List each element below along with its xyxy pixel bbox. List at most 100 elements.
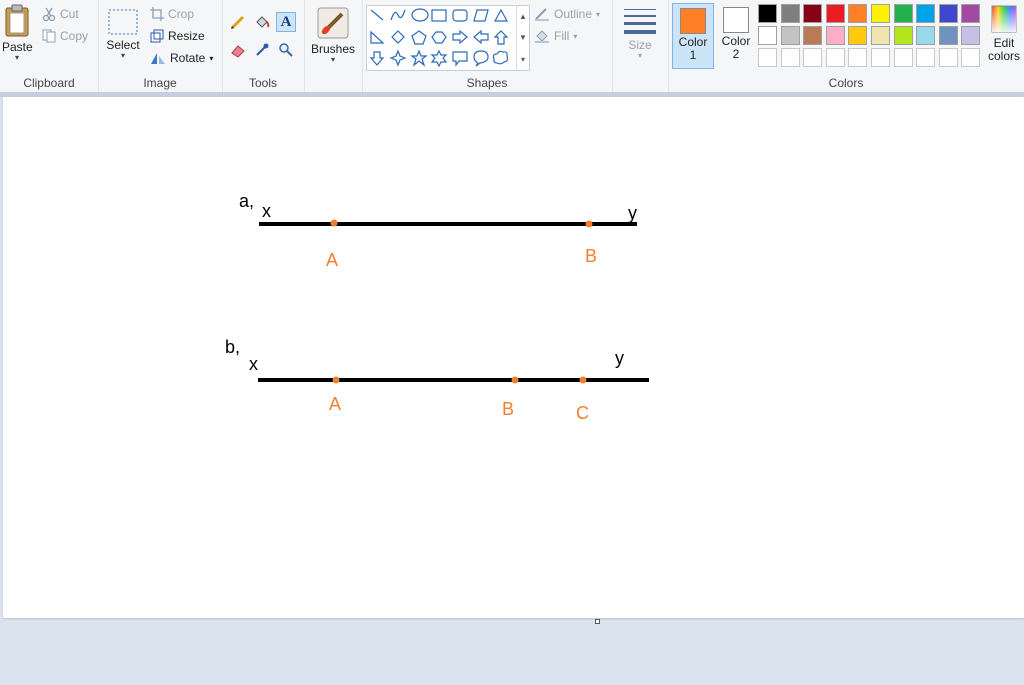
- scroll-up-icon[interactable]: ▲: [519, 12, 527, 21]
- ribbon: Paste ▾ Cut Copy Clipboard Select ▾ Crop…: [0, 0, 1024, 93]
- palette-color-swatch[interactable]: [803, 26, 822, 45]
- palette-color-swatch[interactable]: [894, 4, 913, 23]
- resize-label: Resize: [168, 29, 205, 43]
- size-button[interactable]: Size ▾: [618, 6, 662, 60]
- palette-color-swatch[interactable]: [826, 4, 845, 23]
- paste-button[interactable]: Paste ▾: [2, 4, 33, 62]
- drawing: a, x y A B b, x y A B C: [225, 191, 649, 423]
- palette-custom-slot[interactable]: [961, 48, 980, 67]
- palette-color-swatch[interactable]: [916, 26, 935, 45]
- cut-button[interactable]: Cut: [42, 7, 79, 21]
- rounded-rectangle-shape-icon: [452, 9, 468, 22]
- palette-color-swatch[interactable]: [961, 26, 980, 45]
- rotate-icon: [151, 53, 165, 64]
- color1-button[interactable]: Color 1: [672, 3, 714, 69]
- left-arrow-shape-icon: [473, 29, 489, 45]
- select-button[interactable]: Select ▾: [106, 8, 140, 60]
- outline-button[interactable]: Outline ▾: [534, 7, 600, 21]
- diamond-shape-icon: [391, 30, 405, 44]
- brush-icon: [317, 7, 349, 39]
- figure-a-point-b-label: B: [585, 246, 597, 266]
- palette-custom-slot[interactable]: [758, 48, 777, 67]
- figure-a-label: a,: [239, 191, 254, 211]
- select-rectangle-icon: [108, 9, 138, 35]
- six-point-star-shape-icon: [430, 49, 448, 68]
- color-picker-tool[interactable]: [252, 40, 272, 60]
- copy-button[interactable]: Copy: [42, 29, 88, 43]
- crop-button[interactable]: Crop: [150, 7, 194, 21]
- clipboard-group-label: Clipboard: [23, 76, 75, 90]
- fill-button[interactable]: Fill ▾: [534, 29, 577, 43]
- eraser-tool[interactable]: [228, 40, 248, 60]
- rainbow-palette-icon: [991, 5, 1017, 33]
- palette-color-swatch[interactable]: [848, 4, 867, 23]
- palette-custom-slot[interactable]: [848, 48, 867, 67]
- chevron-down-icon: ▾: [14, 53, 19, 62]
- shapes-group-label: Shapes: [466, 76, 508, 90]
- rectangular-callout-shape-icon: [452, 51, 468, 67]
- palette-color-swatch[interactable]: [916, 4, 935, 23]
- palette-custom-slot[interactable]: [916, 48, 935, 67]
- palette-custom-slot[interactable]: [939, 48, 958, 67]
- fill-tool[interactable]: [252, 12, 272, 32]
- palette-color-swatch[interactable]: [826, 26, 845, 45]
- figure-a-x-label: x: [262, 201, 271, 221]
- copy-icon: [42, 29, 56, 43]
- brushes-button[interactable]: Brushes ▾: [308, 4, 358, 64]
- colors-group-label: Colors: [828, 76, 864, 90]
- palette-custom-slot[interactable]: [871, 48, 890, 67]
- size-group: Size ▾: [612, 0, 669, 92]
- text-tool[interactable]: A: [276, 12, 296, 32]
- magnifier-tool[interactable]: [276, 40, 296, 60]
- edit-colors-label-2: colors: [987, 49, 1020, 63]
- color1-number: 1: [689, 48, 697, 62]
- palette-color-swatch[interactable]: [781, 26, 800, 45]
- palette-color-swatch[interactable]: [894, 26, 913, 45]
- line-shape-icon: [370, 9, 384, 21]
- shapes-gallery-scrollbar[interactable]: ▲ ▼ ▾: [516, 6, 529, 70]
- paste-icon: [5, 4, 29, 37]
- palette-custom-slot[interactable]: [894, 48, 913, 67]
- palette-color-swatch[interactable]: [848, 26, 867, 45]
- color2-button[interactable]: Color 2: [715, 3, 757, 69]
- fill-label: Fill: [554, 29, 570, 43]
- palette-custom-slot[interactable]: [803, 48, 822, 67]
- palette-color-swatch[interactable]: [939, 26, 958, 45]
- palette-color-swatch[interactable]: [961, 4, 980, 23]
- palette-color-swatch[interactable]: [871, 26, 890, 45]
- figure-b-point-b: [511, 376, 519, 384]
- oval-callout-shape-icon: [473, 50, 489, 67]
- polygon-shape-icon: [473, 9, 489, 22]
- palette-color-swatch[interactable]: [871, 4, 890, 23]
- palette-custom-slot[interactable]: [826, 48, 845, 67]
- chevron-down-icon: ▾: [596, 9, 601, 19]
- figure-b-x-label: x: [249, 354, 258, 374]
- edit-colors-button[interactable]: Edit colors: [984, 4, 1024, 63]
- up-arrow-shape-icon: [493, 30, 509, 45]
- rotate-button[interactable]: Rotate ▾: [150, 51, 213, 65]
- figure-a-point-a-label: A: [326, 250, 338, 270]
- figure-b-point-c: [579, 376, 587, 384]
- palette-color-swatch[interactable]: [758, 4, 777, 23]
- gallery-expand-icon[interactable]: ▾: [521, 55, 525, 64]
- palette-color-swatch[interactable]: [781, 4, 800, 23]
- drawing-canvas[interactable]: a, x y A B b, x y A B C: [3, 97, 1024, 618]
- palette-color-swatch[interactable]: [939, 4, 958, 23]
- right-triangle-shape-icon: [370, 30, 385, 44]
- palette-color-swatch[interactable]: [803, 4, 822, 23]
- resize-button[interactable]: Resize: [150, 29, 205, 43]
- four-point-star-shape-icon: [389, 49, 407, 67]
- palette-color-swatch[interactable]: [758, 26, 777, 45]
- figure-b-point-b-label: B: [502, 399, 514, 419]
- color1-swatch: [680, 8, 706, 34]
- figure-a-point-a: [330, 219, 338, 227]
- pencil-tool[interactable]: [228, 12, 248, 32]
- palette-custom-slot[interactable]: [781, 48, 800, 67]
- crop-icon: [150, 7, 164, 21]
- pencil-icon: [230, 15, 245, 30]
- canvas-resize-handle[interactable]: [595, 619, 600, 624]
- chevron-down-icon: ▾: [120, 51, 125, 60]
- resize-icon: [150, 29, 164, 43]
- scroll-down-icon[interactable]: ▼: [519, 33, 527, 42]
- right-arrow-shape-icon: [452, 29, 468, 45]
